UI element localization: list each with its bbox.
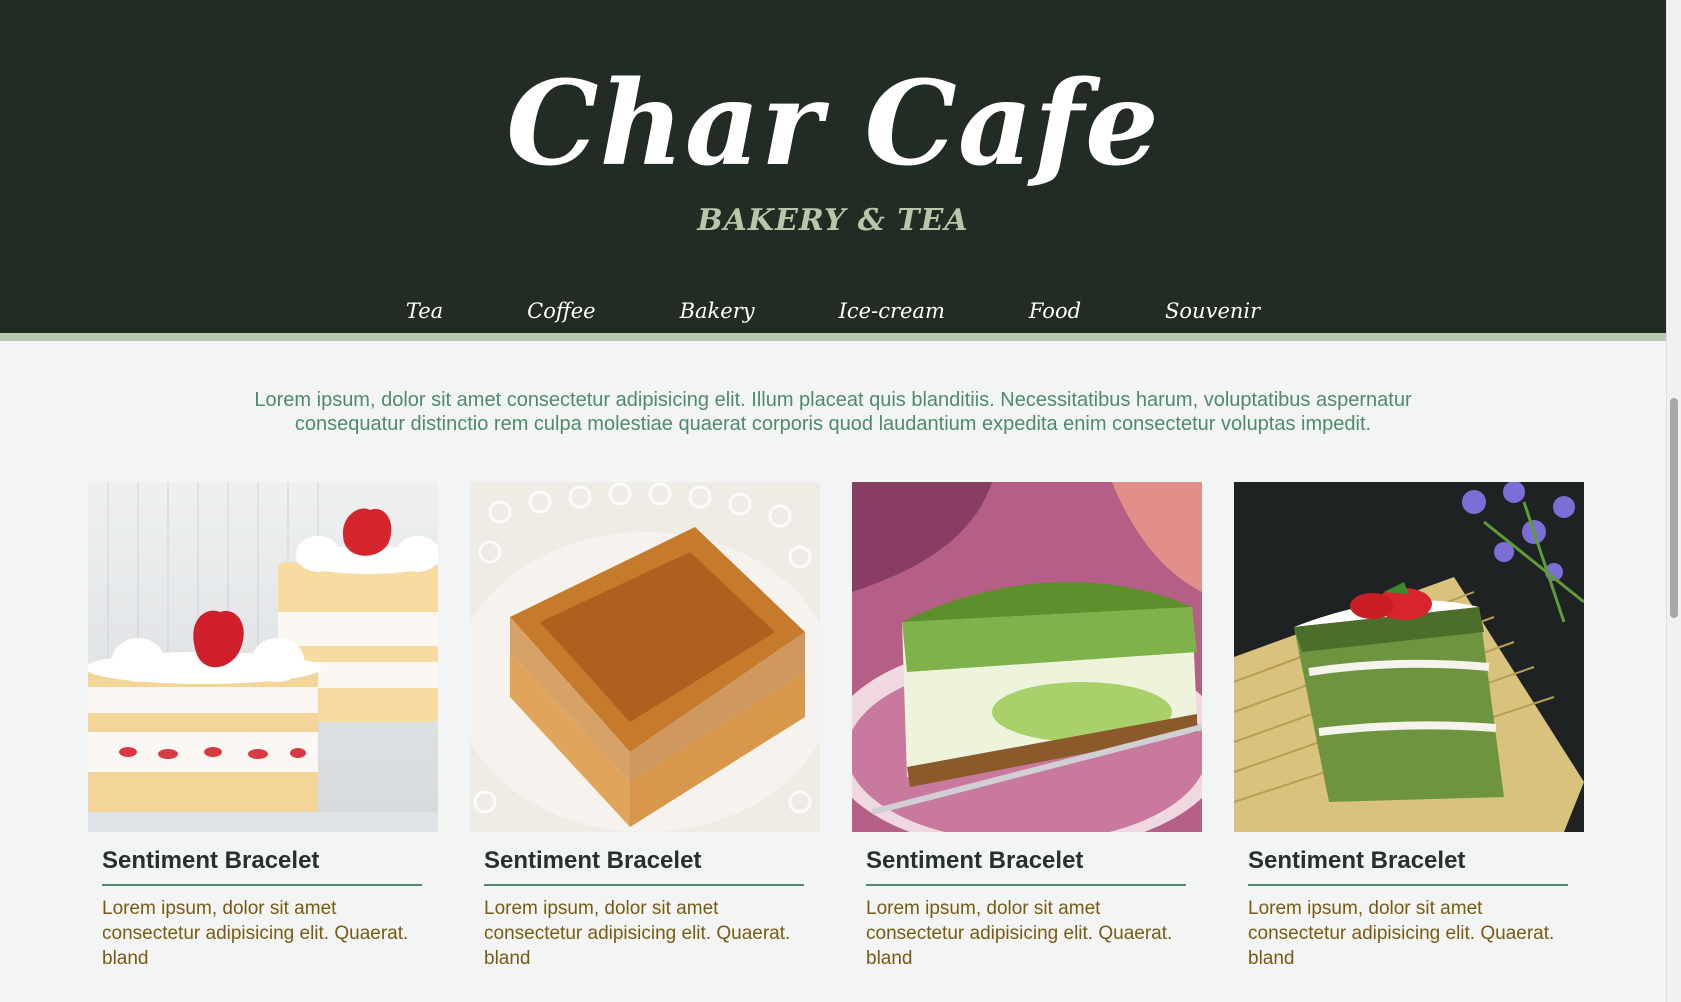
nav-souvenir[interactable]: Souvenir — [1123, 294, 1302, 328]
card-description: Lorem ipsum, dolor sit amet consectetur … — [1248, 898, 1555, 969]
caramel-cake-image[interactable] — [470, 482, 820, 832]
card-divider — [866, 884, 1186, 886]
header-stripe — [0, 333, 1666, 341]
nav-tea[interactable]: Tea — [364, 294, 485, 328]
nav-food[interactable]: Food — [987, 294, 1123, 328]
product-cards: Sentiment Bracelet Lorem ipsum, dolor si… — [88, 482, 1584, 1002]
site-tagline: BAKERY & TEA — [697, 203, 969, 238]
intro-text: Lorem ipsum, dolor sit amet consectetur … — [254, 389, 1412, 435]
strawberry-shortcake-illustration — [88, 482, 438, 832]
card-divider — [484, 884, 804, 886]
site-header: Char Cafe BAKERY & TEA Tea Coffee Bakery… — [0, 0, 1666, 333]
matcha-cheesecake-image[interactable] — [852, 482, 1202, 832]
nav-ice-cream[interactable]: Ice-cream — [797, 294, 987, 328]
site-title[interactable]: Char Cafe — [0, 44, 1666, 204]
nav-coffee[interactable]: Coffee — [485, 294, 637, 328]
card-title[interactable]: Sentiment Bracelet — [484, 844, 804, 878]
main-nav: Tea Coffee Bakery Ice-cream Food Souveni… — [0, 294, 1666, 328]
card-title[interactable]: Sentiment Bracelet — [1248, 844, 1568, 878]
nav-bakery[interactable]: Bakery — [638, 294, 797, 328]
matcha-cheesecake-illustration — [852, 482, 1202, 832]
matcha-layer-cake-image[interactable] — [1234, 482, 1584, 832]
card-description: Lorem ipsum, dolor sit amet consectetur … — [866, 898, 1173, 969]
vertical-scrollbar[interactable] — [1666, 0, 1681, 1002]
card-description: Lorem ipsum, dolor sit amet consectetur … — [102, 898, 409, 969]
card-title[interactable]: Sentiment Bracelet — [866, 844, 1186, 878]
card-divider — [1248, 884, 1568, 886]
matcha-layer-cake-illustration — [1234, 482, 1584, 832]
strawberry-shortcake-image[interactable] — [88, 482, 438, 832]
card-divider — [102, 884, 422, 886]
caramel-cake-illustration — [470, 482, 820, 832]
page: Char Cafe BAKERY & TEA Tea Coffee Bakery… — [0, 0, 1666, 1002]
card-description: Lorem ipsum, dolor sit amet consectetur … — [484, 898, 791, 969]
card-title[interactable]: Sentiment Bracelet — [102, 844, 422, 878]
scrollbar-thumb[interactable] — [1670, 398, 1678, 618]
